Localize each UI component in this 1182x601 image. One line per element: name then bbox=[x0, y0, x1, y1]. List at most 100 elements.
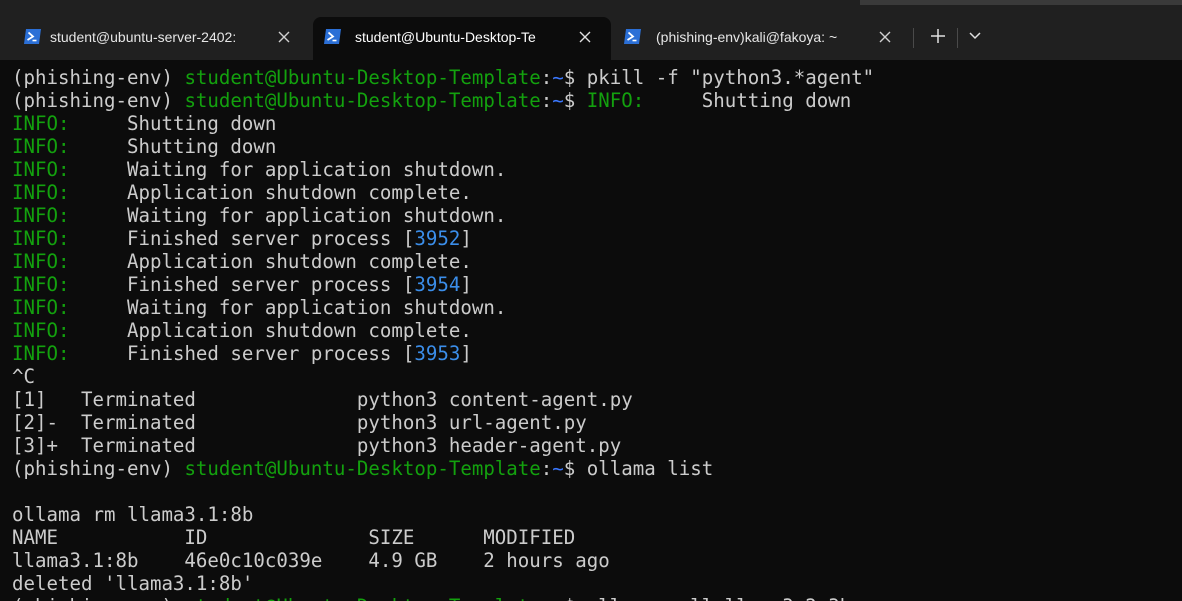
prompt-userhost: student@Ubuntu-Desktop-Template bbox=[184, 457, 541, 480]
powershell-icon bbox=[23, 28, 42, 45]
prompt-line: (phishing-env) student@Ubuntu-Desktop-Te… bbox=[12, 89, 874, 112]
close-icon[interactable] bbox=[274, 27, 294, 47]
powershell-icon bbox=[323, 28, 342, 45]
prompt-path: ~ bbox=[552, 89, 564, 112]
prompt-line: (phishing-env) student@Ubuntu-Desktop-Te… bbox=[12, 457, 874, 480]
output-text: [2]- Terminated python3 url-agent.py bbox=[12, 411, 587, 434]
chevron-down-icon[interactable] bbox=[963, 24, 987, 48]
output-line: ollama rm llama3.1:8b bbox=[12, 503, 874, 526]
output-line: INFO: Shutting down bbox=[12, 112, 874, 135]
prompt-dollar: $ bbox=[563, 66, 587, 89]
output-line: INFO: Application shutdown complete. bbox=[12, 250, 874, 273]
prompt-env: (phishing-env) bbox=[12, 457, 185, 480]
log-message: Finished server process [ bbox=[69, 273, 415, 296]
prompt-path: ~ bbox=[552, 595, 564, 601]
log-level-label: INFO: bbox=[12, 158, 70, 181]
bracket-close: ] bbox=[460, 227, 472, 250]
output-text: [1] Terminated python3 content-agent.py bbox=[12, 388, 633, 411]
log-level-label: INFO: bbox=[12, 319, 70, 342]
output-line: INFO: Waiting for application shutdown. bbox=[12, 204, 874, 227]
output-line: INFO: Application shutdown complete. bbox=[12, 319, 874, 342]
terminal-output[interactable]: (phishing-env) student@Ubuntu-Desktop-Te… bbox=[12, 66, 874, 601]
process-id: 3954 bbox=[414, 273, 461, 296]
log-message: Finished server process [ bbox=[69, 342, 415, 365]
output-line: [2]- Terminated python3 url-agent.py bbox=[12, 411, 874, 434]
output-line: [1] Terminated python3 content-agent.py bbox=[12, 388, 874, 411]
log-level-label: INFO: bbox=[12, 250, 70, 273]
log-level-label: INFO: bbox=[12, 342, 70, 365]
command-text: pkill -f "python3.*agent" bbox=[586, 66, 875, 89]
output-line: INFO: Finished server process [3954] bbox=[12, 273, 874, 296]
log-message: Shutting down bbox=[69, 135, 277, 158]
output-text: llama3.1:8b 46e0c10c039e 4.9 GB 2 hours … bbox=[12, 549, 610, 572]
output-line: NAME ID SIZE MODIFIED bbox=[12, 526, 874, 549]
tab-separator bbox=[957, 28, 958, 48]
log-message: Waiting for application shutdown. bbox=[69, 158, 507, 181]
titlebar-strip bbox=[860, 0, 1182, 5]
output-text: ^C bbox=[12, 365, 35, 388]
tab-kali[interactable]: (phishing-env)kali@fakoya: ~ bbox=[611, 17, 911, 60]
bracket-close: ] bbox=[460, 273, 472, 296]
tab-title: (phishing-env)kali@fakoya: ~ bbox=[656, 29, 838, 45]
output-text: [3]+ Terminated python3 header-agent.py bbox=[12, 434, 622, 457]
output-text: ollama rm llama3.1:8b bbox=[12, 503, 254, 526]
prompt-env: (phishing-env) bbox=[12, 89, 185, 112]
prompt-path: ~ bbox=[552, 66, 564, 89]
log-message: Finished server process [ bbox=[69, 227, 415, 250]
new-tab-button[interactable] bbox=[926, 24, 950, 48]
log-message: Waiting for application shutdown. bbox=[69, 296, 507, 319]
prompt-colon: : bbox=[541, 595, 553, 601]
prompt-userhost: student@Ubuntu-Desktop-Template bbox=[184, 66, 541, 89]
bracket-close: ] bbox=[460, 342, 472, 365]
terminal-window: student@ubuntu-server-2402: student@Ubun… bbox=[0, 0, 1182, 601]
log-level-label: INFO: bbox=[12, 112, 70, 135]
log-message: Application shutdown complete. bbox=[69, 319, 472, 342]
output-line: [3]+ Terminated python3 header-agent.py bbox=[12, 434, 874, 457]
prompt-userhost: student@Ubuntu-Desktop-Template bbox=[184, 595, 540, 601]
output-line: llama3.1:8b 46e0c10c039e 4.9 GB 2 hours … bbox=[12, 549, 874, 572]
output-text: NAME ID SIZE MODIFIED bbox=[12, 526, 576, 549]
log-level-label: INFO: bbox=[12, 181, 70, 204]
prompt-dollar: $ bbox=[563, 457, 587, 480]
prompt-line: (phishing-env) student@Ubuntu-Desktop-Te… bbox=[12, 595, 874, 601]
prompt-path: ~ bbox=[552, 457, 564, 480]
close-icon[interactable] bbox=[875, 27, 895, 47]
command-text: ollama list bbox=[586, 457, 714, 480]
output-line: INFO: Waiting for application shutdown. bbox=[12, 296, 874, 319]
output-line: INFO: Waiting for application shutdown. bbox=[12, 158, 874, 181]
log-level-label: INFO: bbox=[12, 227, 70, 250]
tab-ubuntu-desktop[interactable]: student@Ubuntu-Desktop-Te bbox=[313, 17, 611, 60]
prompt-colon: : bbox=[540, 66, 553, 89]
output-line: INFO: Application shutdown complete. bbox=[12, 181, 874, 204]
prompt-env: (phishing-env) bbox=[12, 66, 185, 89]
prompt-dollar: $ bbox=[564, 595, 587, 601]
output-line: INFO: Shutting down bbox=[12, 135, 874, 158]
log-level-label: INFO: bbox=[12, 204, 70, 227]
prompt-colon: : bbox=[540, 457, 553, 480]
log-level-label: INFO: bbox=[12, 273, 70, 296]
prompt-dollar: $ bbox=[563, 89, 587, 112]
output-line: INFO: Finished server process [3952] bbox=[12, 227, 874, 250]
prompt-colon: : bbox=[540, 89, 553, 112]
prompt-line: (phishing-env) student@Ubuntu-Desktop-Te… bbox=[12, 66, 874, 89]
log-message: Shutting down bbox=[69, 112, 277, 135]
output-text: deleted 'llama3.1:8b' bbox=[12, 572, 254, 595]
log-message: Shutting down bbox=[644, 89, 852, 112]
tab-title: student@Ubuntu-Desktop-Te bbox=[355, 29, 536, 45]
tab-bar: student@ubuntu-server-2402: student@Ubun… bbox=[0, 0, 1182, 60]
prompt-env: (phishing-env) bbox=[12, 595, 184, 601]
powershell-icon bbox=[623, 28, 642, 45]
output-line: deleted 'llama3.1:8b' bbox=[12, 572, 874, 595]
tab-title: student@ubuntu-server-2402: bbox=[50, 29, 237, 45]
close-icon[interactable] bbox=[575, 27, 595, 47]
process-id: 3952 bbox=[414, 227, 461, 250]
log-level-label: INFO: bbox=[12, 135, 70, 158]
log-level-label: INFO: bbox=[12, 296, 70, 319]
output-line: ^C bbox=[12, 365, 874, 388]
process-id: 3953 bbox=[414, 342, 461, 365]
log-message: Application shutdown complete. bbox=[69, 181, 472, 204]
prompt-userhost: student@Ubuntu-Desktop-Template bbox=[184, 89, 541, 112]
output-line: INFO: Finished server process [3953] bbox=[12, 342, 874, 365]
tab-ubuntu-server[interactable]: student@ubuntu-server-2402: bbox=[8, 17, 308, 60]
